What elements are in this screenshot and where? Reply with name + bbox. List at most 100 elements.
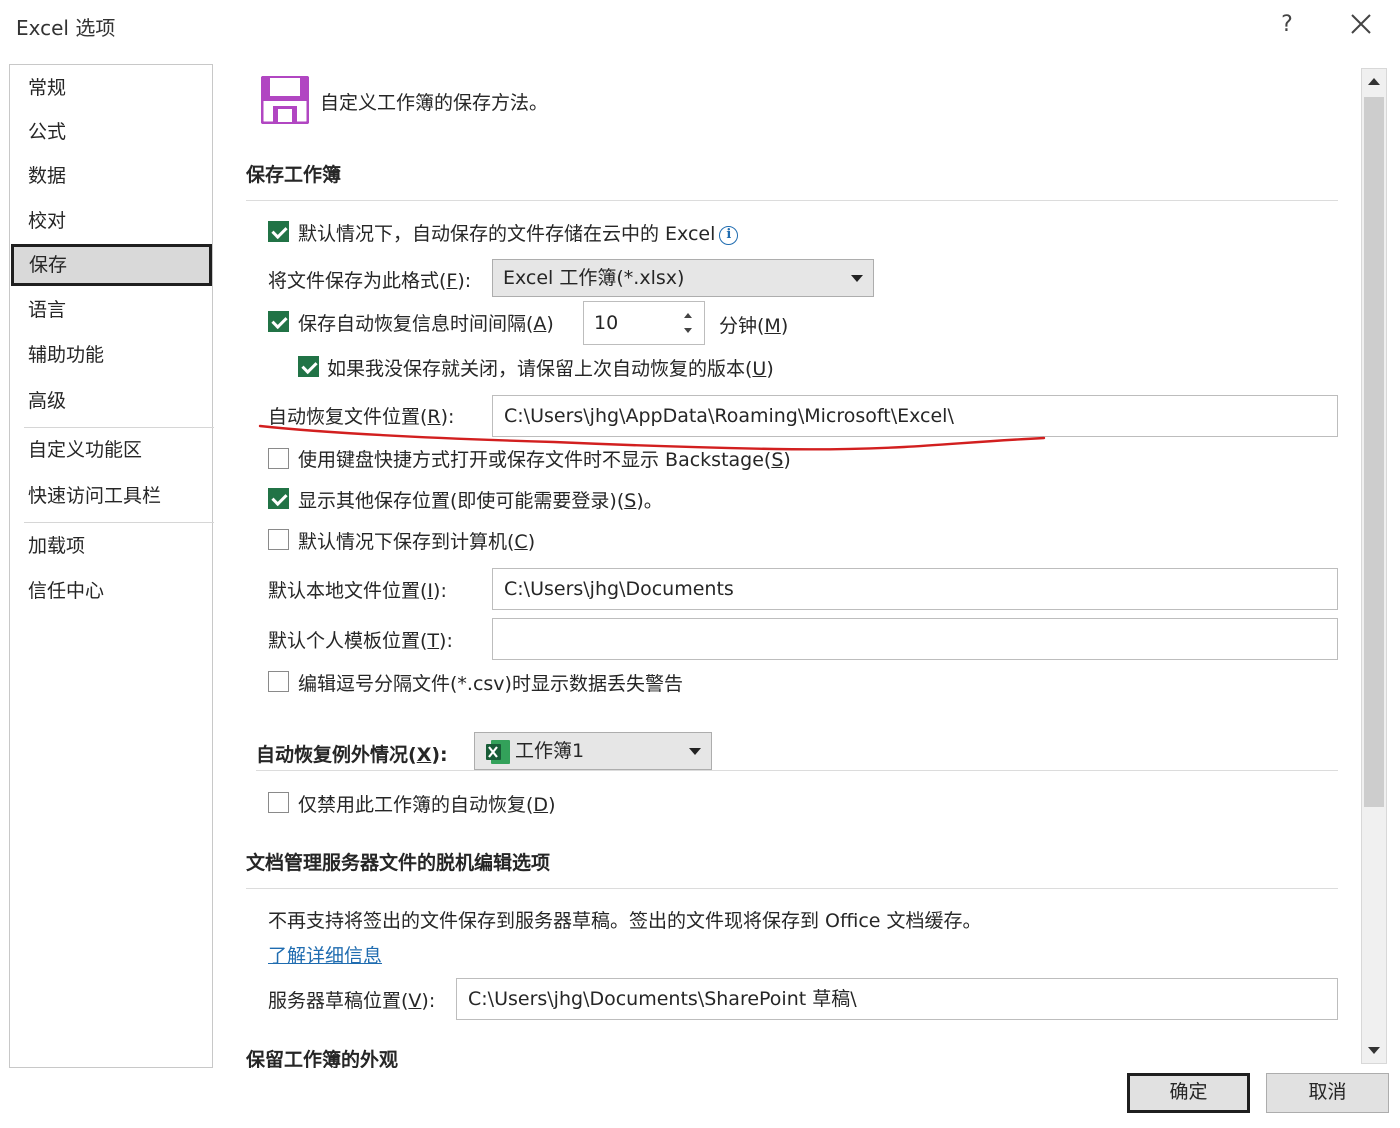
keep-last-version-label: 如果我没保存就关闭，请保留上次自动恢复的版本(U) <box>327 354 774 381</box>
cancel-button[interactable]: 取消 <box>1266 1073 1389 1113</box>
label-part: ) <box>766 358 774 380</box>
label-part: 将文件保存为此格式( <box>268 270 447 292</box>
sidebar-item-quick-access-toolbar[interactable]: 快速访问工具栏 <box>10 475 212 517</box>
save-icon <box>261 76 309 124</box>
sidebar-item-add-ins[interactable]: 加载项 <box>10 525 212 567</box>
label-part: )。 <box>636 490 663 512</box>
label-part: 默认本地文件位置( <box>268 580 428 602</box>
accelerator-key: X <box>416 744 432 766</box>
accelerator-key: C <box>514 531 528 553</box>
sidebar-divider <box>24 522 214 523</box>
autosave-cloud-checkbox[interactable] <box>268 221 289 242</box>
label-part: 默认个人模板位置( <box>268 630 428 652</box>
label-part: 默认情况下保存到计算机( <box>298 531 515 553</box>
learn-more-link[interactable]: 了解详细信息 <box>268 941 382 968</box>
accelerator-key: D <box>533 794 549 816</box>
spin-up-icon[interactable] <box>684 313 692 318</box>
label-part: ): <box>421 990 436 1012</box>
accelerator-key: M <box>764 315 781 337</box>
label-part: 保存自动恢复信息时间间隔( <box>298 313 534 335</box>
csv-warning-label: 编辑逗号分隔文件(*.csv)时显示数据丢失警告 <box>298 673 683 695</box>
section-divider <box>246 888 1338 889</box>
label-part: ) <box>780 315 789 337</box>
close-icon <box>1351 14 1371 34</box>
label-part: 分钟( <box>719 315 765 337</box>
autorecover-workbook-select[interactable]: 工作簿1 <box>474 732 712 770</box>
label-part: ): <box>440 406 455 428</box>
accelerator-key: V <box>408 990 422 1012</box>
spin-down-icon[interactable] <box>684 328 692 333</box>
scroll-down-button[interactable] <box>1362 1037 1386 1063</box>
ok-button[interactable]: 确定 <box>1127 1073 1250 1113</box>
sidebar-item-data[interactable]: 数据 <box>10 155 212 197</box>
sidebar-item-customize-ribbon[interactable]: 自定义功能区 <box>10 429 212 471</box>
dialog-title: Excel 选项 <box>16 16 116 40</box>
sidebar-item-proofing[interactable]: 校对 <box>10 200 212 242</box>
default-template-location-input[interactable] <box>492 618 1338 660</box>
sidebar-item-general[interactable]: 常规 <box>10 67 212 109</box>
save-to-computer-checkbox[interactable] <box>268 529 289 550</box>
accelerator-key: U <box>752 358 767 380</box>
sidebar-item-trust-center[interactable]: 信任中心 <box>10 570 212 612</box>
show-other-locations-label: 显示其他保存位置(即使可能需要登录)(S)。 <box>298 486 663 513</box>
label-part: ) <box>548 794 556 816</box>
label-part: ): <box>431 744 448 766</box>
autorecover-workbook-value: 工作簿1 <box>515 740 585 762</box>
autorecover-interval-checkbox[interactable] <box>268 311 289 332</box>
autorecover-minutes-stepper[interactable]: 10 <box>583 301 705 345</box>
close-button[interactable] <box>1343 6 1379 42</box>
label-part: ): <box>439 630 453 652</box>
content-scrollbar[interactable] <box>1361 68 1387 1064</box>
sidebar-item-advanced[interactable]: 高级 <box>10 380 212 422</box>
minutes-unit-label: 分钟(M) <box>719 311 788 338</box>
default-local-location-input[interactable]: C:\Users\jhg\Documents <box>492 568 1338 610</box>
csv-warning-checkbox[interactable] <box>268 671 289 692</box>
disable-autorecover-label: 仅禁用此工作簿的自动恢复(D) <box>298 790 555 817</box>
autorecover-minutes-value: 10 <box>594 312 619 334</box>
drafts-location-input[interactable]: C:\Users\jhg\Documents\SharePoint 草稿\ <box>456 978 1338 1020</box>
label-part: ) <box>527 531 536 553</box>
sidebar-item-save[interactable]: 保存 <box>11 244 212 286</box>
section-title-preserve-appearance: 保留工作簿的外观 <box>246 1049 399 1068</box>
default-template-location-label: 默认个人模板位置(T): <box>268 626 453 653</box>
section-title-offline-editing: 文档管理服务器文件的脱机编辑选项 <box>246 852 551 874</box>
arrow-down-icon <box>1368 1047 1380 1054</box>
sidebar-item-accessibility[interactable]: 辅助功能 <box>10 334 212 376</box>
accelerator-key: T <box>427 630 440 652</box>
accelerator-key: F <box>446 270 458 292</box>
label-part: ): <box>433 580 447 602</box>
label-part: ) <box>546 313 554 335</box>
excel-icon <box>486 740 510 764</box>
info-icon[interactable]: i <box>719 226 739 245</box>
autorecover-location-input[interactable]: C:\Users\jhg\AppData\Roaming\Microsoft\E… <box>492 395 1338 437</box>
save-options-panel: 自定义工作簿的保存方法。 保存工作簿 默认情况下，自动保存的文件存储在云中的 E… <box>214 64 1360 1068</box>
accelerator-key: S <box>624 490 637 512</box>
label-part: ) <box>783 449 791 471</box>
section-title-save-workbooks: 保存工作簿 <box>246 164 342 186</box>
label-part: 服务器草稿位置( <box>268 990 409 1012</box>
sidebar-item-formulas[interactable]: 公式 <box>10 111 212 153</box>
accelerator-key: S <box>771 449 784 471</box>
sidebar-item-language[interactable]: 语言 <box>10 289 212 331</box>
scroll-up-button[interactable] <box>1362 69 1386 95</box>
accelerator-key: A <box>533 313 547 335</box>
label-part: ): <box>457 270 472 292</box>
no-backstage-checkbox[interactable] <box>268 448 289 469</box>
scrollbar-thumb[interactable] <box>1364 97 1384 807</box>
help-button[interactable]: ? <box>1272 8 1302 42</box>
save-format-label: 将文件保存为此格式(F): <box>268 266 471 293</box>
default-local-location-label: 默认本地文件位置(I): <box>268 576 447 603</box>
arrow-up-icon <box>1368 78 1380 85</box>
options-sidebar: 常规 公式 数据 校对 保存 语言 辅助功能 高级 自定义功能区 快速访问工具栏… <box>9 64 214 1068</box>
offline-editing-description: 不再支持将签出的文件保存到服务器草稿。签出的文件现将保存到 Office 文档缓… <box>268 910 982 932</box>
accelerator-key: R <box>427 406 441 428</box>
keep-last-version-checkbox[interactable] <box>298 356 319 377</box>
show-other-locations-checkbox[interactable] <box>268 488 289 509</box>
drafts-location-label: 服务器草稿位置(V): <box>268 986 435 1013</box>
disable-autorecover-checkbox[interactable] <box>268 792 289 813</box>
sidebar-divider <box>24 427 214 428</box>
label-part: 如果我没保存就关闭，请保留上次自动恢复的版本( <box>327 358 753 380</box>
save-format-select[interactable]: Excel 工作簿(*.xlsx) <box>492 259 874 297</box>
no-backstage-label: 使用键盘快捷方式打开或保存文件时不显示 Backstage(S) <box>298 445 791 472</box>
save-format-value: Excel 工作簿(*.xlsx) <box>503 267 685 289</box>
